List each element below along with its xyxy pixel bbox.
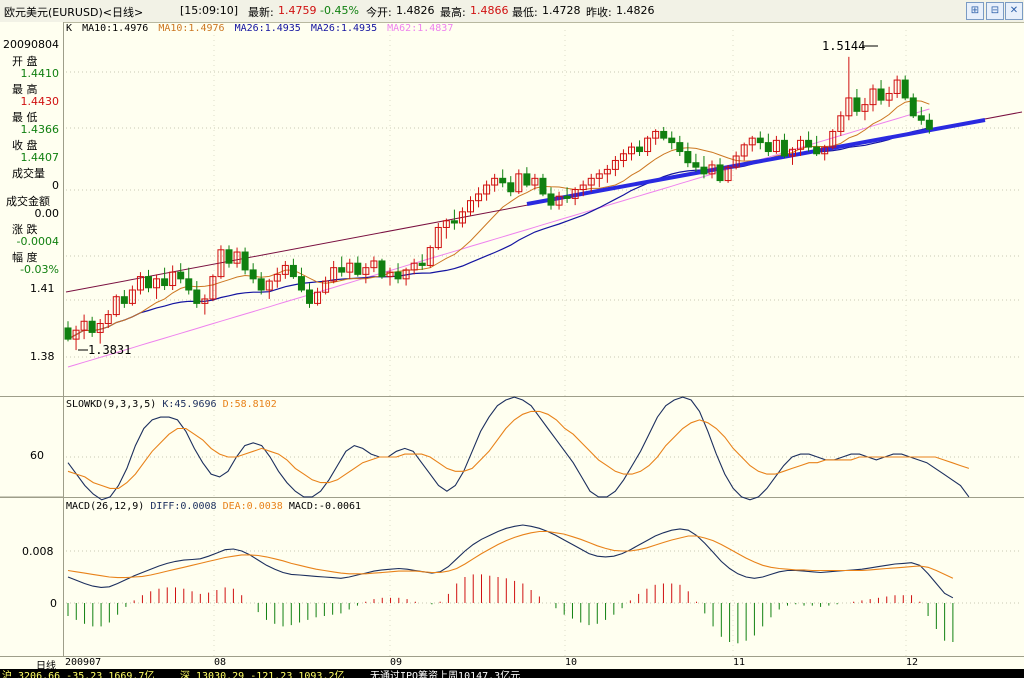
candle-body: [805, 139, 813, 148]
date-tick: 12: [906, 657, 919, 668]
candle-body: [780, 139, 788, 157]
candle-body: [684, 151, 692, 164]
date-tick: 08: [214, 657, 227, 668]
kd-line-d: [67, 410, 970, 489]
candle-body: [636, 146, 644, 153]
candle-body: [547, 193, 555, 206]
kd-line-k: [67, 396, 970, 501]
candle-body: [499, 177, 507, 184]
candle-body: [185, 278, 193, 291]
candle-body: [338, 267, 346, 273]
candle-body: [539, 177, 547, 195]
kd-panel-title: SLOWKD(9,3,3,5): [66, 399, 157, 410]
candle-body: [676, 142, 684, 153]
chart-canvas: [0, 30, 1023, 656]
date-tick: 09: [390, 657, 403, 668]
candle-body: [64, 327, 72, 340]
candle-body: [523, 173, 531, 186]
candle-body: [917, 115, 925, 121]
candle-body: [660, 130, 668, 139]
date-tick: 11: [733, 657, 746, 668]
legend-diff: DIFF:0.0008: [150, 501, 217, 512]
candle-body: [909, 97, 917, 117]
candle-body: [249, 269, 257, 280]
candle-body: [225, 249, 233, 264]
candle-body: [716, 164, 724, 182]
macd-line-diff: [67, 524, 954, 599]
status-sz: 深 13030.29 -121.23 1093.2亿: [180, 671, 345, 678]
high-annotation: 1.5144: [822, 39, 866, 53]
macd-panel-title: MACD(26,12,9): [66, 501, 145, 512]
candle-body: [813, 146, 821, 155]
candle-body: [177, 271, 185, 280]
candle-body: [394, 271, 402, 280]
kd-legend: SLOWKD(9,3,3,5) K:45.9696 D:58.8102: [66, 399, 277, 410]
status-news: 无通过IPO筹资上周10147.3亿元: [370, 671, 521, 678]
macd-legend: MACD(26,12,9) DIFF:0.0008 DEA:0.0038 MAC…: [66, 501, 361, 512]
price-panel-title: K: [66, 23, 73, 34]
candle-body: [756, 137, 764, 144]
candle-body: [877, 88, 885, 101]
candle-body: [563, 195, 571, 199]
candle-body: [120, 296, 128, 304]
legend-ma10: MA10:1.4976: [82, 23, 149, 34]
candle-body: [450, 220, 458, 224]
candle-body: [88, 320, 96, 333]
candle-body: [418, 262, 426, 266]
candle-body: [161, 278, 169, 287]
candle-body: [853, 97, 861, 112]
date-axis: 日线 200907 08 09 10 11 12: [0, 656, 1024, 672]
low-annotation: 1.3831: [88, 343, 132, 357]
candle-body: [306, 289, 313, 304]
candle-body: [241, 251, 249, 271]
candle-body: [193, 289, 201, 304]
candle-body: [668, 137, 676, 144]
price-legend: K MA10:1.4976 MA10:1.4976 MA26:1.4935 MA…: [66, 23, 457, 34]
candle-body: [145, 276, 152, 289]
legend-macd: MACD:-0.0061: [288, 501, 362, 512]
market-status-bar: 沪 3206.66 -35.23 1669.7亿 深 13030.29 -121…: [0, 669, 1024, 678]
date-tick: 10: [565, 657, 578, 668]
macd-line-dea: [67, 530, 954, 579]
candle-body: [901, 79, 909, 99]
candle-body: [692, 162, 700, 168]
candle-body: [354, 262, 362, 275]
legend-ma26-alt: MA26:1.4935: [310, 23, 378, 34]
candle-body: [297, 276, 305, 291]
legend-dea: DEA:0.0038: [222, 501, 283, 512]
candle-body: [700, 166, 708, 175]
candle-body: [925, 119, 933, 130]
legend-k: K:45.9696: [162, 399, 217, 410]
candle-body: [764, 142, 772, 153]
candle-body: [378, 260, 386, 278]
status-sh: 沪 3206.66 -35.23 1669.7亿: [2, 671, 155, 678]
date-tick: 200907: [65, 657, 102, 668]
legend-ma62: MA62:1.4837: [387, 23, 454, 34]
legend-ma26: MA26:1.4935: [234, 23, 301, 34]
candle-body: [507, 182, 515, 193]
legend-d: D:58.8102: [222, 399, 277, 410]
legend-ma10-alt: MA10:1.4976: [158, 23, 225, 34]
candle-body: [257, 278, 265, 291]
candle-body: [289, 264, 297, 278]
trend-line-bold: [526, 118, 986, 206]
